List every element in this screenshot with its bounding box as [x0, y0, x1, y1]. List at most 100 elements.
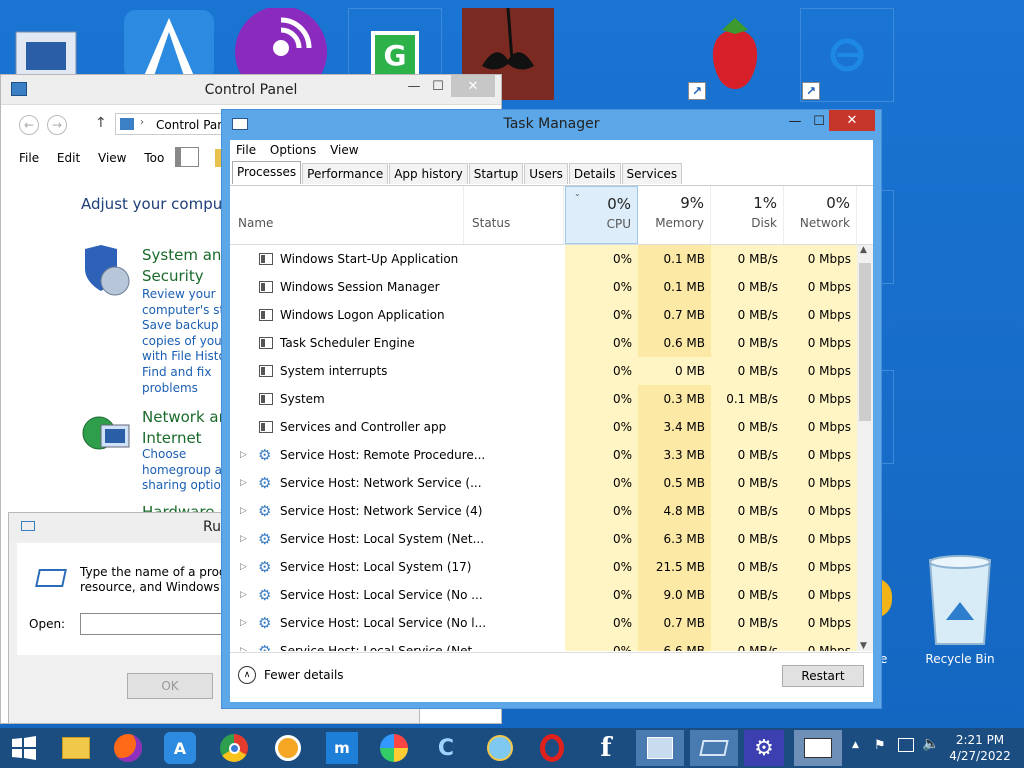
- run-open-input[interactable]: [80, 613, 230, 635]
- restart-button[interactable]: Restart: [782, 665, 864, 687]
- task-manager-taskbar-icon[interactable]: [794, 730, 842, 766]
- scroll-down-icon[interactable]: ▼: [860, 641, 867, 651]
- podcast-app-icon[interactable]: [232, 8, 330, 80]
- control-panel-titlebar[interactable]: Control Panel — ☐ ✕: [1, 75, 501, 105]
- network-internet-title[interactable]: Network an Internet: [142, 407, 228, 449]
- recycle-bin-icon[interactable]: [920, 552, 1000, 652]
- process-row[interactable]: Windows Logon Application 0% 0.7 MB 0 MB/s 0…: [230, 301, 857, 329]
- process-row[interactable]: ▷ ⚙ Service Host: Local Service (No l... 0%…: [230, 609, 857, 637]
- nav-forward-button[interactable]: →: [47, 115, 67, 135]
- task-manager-window[interactable]: Task Manager — ☐ ✕ File Options View Pro…: [221, 109, 882, 709]
- tab-app-history[interactable]: App history: [389, 163, 468, 184]
- column-memory[interactable]: 9% Memory: [638, 186, 711, 244]
- column-disk[interactable]: 1% Disk: [711, 186, 784, 244]
- tm-menu-view[interactable]: View: [330, 143, 358, 157]
- chrome-icon[interactable]: [218, 732, 250, 764]
- expand-chevron-icon[interactable]: ▷: [240, 553, 247, 581]
- system-security-title-line2[interactable]: Security: [142, 266, 231, 287]
- process-row[interactable]: System interrupts 0% 0 MB 0 MB/s 0 Mbps: [230, 357, 857, 385]
- network-globe-icon: [81, 411, 131, 464]
- network-title-line2[interactable]: Internet: [142, 428, 228, 449]
- tab-processes[interactable]: Processes: [232, 161, 302, 184]
- expand-chevron-icon[interactable]: ▷: [240, 441, 247, 469]
- tray-overflow-chevron-icon[interactable]: ▲: [852, 740, 859, 750]
- tab-startup[interactable]: Startup: [468, 163, 524, 184]
- column-network[interactable]: 0% Network: [784, 186, 857, 244]
- process-row[interactable]: ▷ ⚙ Service Host: Local System (Net... 0% 6.…: [230, 525, 857, 553]
- menu-file[interactable]: File: [19, 151, 39, 165]
- volume-muted-icon[interactable]: 🔈: [922, 736, 939, 752]
- tor-browser-icon[interactable]: [272, 732, 304, 764]
- process-row[interactable]: Task Scheduler Engine 0% 0.6 MB 0 MB/s 0 Mbp…: [230, 329, 857, 357]
- column-name[interactable]: Name: [230, 186, 464, 244]
- process-row[interactable]: Services and Controller app 0% 3.4 MB 0 MB/…: [230, 413, 857, 441]
- settings-gear-icon[interactable]: ⚙: [744, 730, 784, 766]
- tm-menu-file[interactable]: File: [236, 143, 256, 157]
- tm-close-button[interactable]: ✕: [829, 110, 875, 131]
- clock[interactable]: 2:21 PM 4/27/2022: [946, 732, 1014, 764]
- arrow-browser-icon[interactable]: A: [164, 732, 196, 764]
- file-explorer-icon[interactable]: [60, 732, 92, 764]
- expand-chevron-icon[interactable]: ▷: [240, 525, 247, 553]
- tab-services[interactable]: Services: [621, 163, 683, 184]
- process-row[interactable]: ▷ ⚙ Service Host: Local Service (Net... 0% 6…: [230, 637, 857, 651]
- process-row[interactable]: ▷ ⚙ Service Host: Network Service (... 0% 0.…: [230, 469, 857, 497]
- network-tray-icon[interactable]: [898, 738, 914, 752]
- tab-users[interactable]: Users: [524, 163, 568, 184]
- process-row[interactable]: System 0% 0.3 MB 0.1 MB/s 0 Mbps: [230, 385, 857, 413]
- process-row[interactable]: Windows Start-Up Application 0% 0.1 MB 0 MB…: [230, 245, 857, 273]
- nav-up-button[interactable]: ↑: [95, 115, 107, 131]
- expand-chevron-icon[interactable]: ▷: [240, 637, 247, 651]
- globe-browser-icon[interactable]: [484, 732, 516, 764]
- task-manager-body: File Options View Processes Performance …: [230, 140, 873, 702]
- facebook-icon[interactable]: f: [590, 732, 622, 764]
- desktop-computer-icon[interactable]: [10, 20, 96, 78]
- task-manager-titlebar[interactable]: Task Manager — ☐ ✕: [222, 110, 881, 140]
- scroll-up-icon[interactable]: ▲: [860, 245, 867, 255]
- system-security-title[interactable]: System and Security: [142, 245, 231, 287]
- process-row[interactable]: ▷ ⚙ Service Host: Local Service (No ... 0% 9…: [230, 581, 857, 609]
- minimize-button[interactable]: —: [403, 75, 425, 97]
- address-bar[interactable]: › Control Pane: [115, 113, 235, 135]
- action-center-flag-icon[interactable]: ⚑: [874, 738, 886, 753]
- close-button[interactable]: ✕: [451, 75, 495, 97]
- tab-performance[interactable]: Performance: [302, 163, 389, 184]
- expand-chevron-icon[interactable]: ▷: [240, 497, 247, 525]
- start-button[interactable]: [8, 732, 40, 764]
- maximize-button[interactable]: ☐: [427, 75, 449, 97]
- layout-icon[interactable]: [175, 147, 199, 167]
- expand-chevron-icon[interactable]: ▷: [240, 469, 247, 497]
- run-ok-button[interactable]: OK: [127, 673, 213, 699]
- menu-view[interactable]: View: [98, 151, 126, 165]
- expand-chevron-icon[interactable]: ▷: [240, 609, 247, 637]
- firefox-icon[interactable]: [112, 732, 144, 764]
- tm-minimize-button[interactable]: —: [782, 110, 808, 132]
- process-row[interactable]: ▷ ⚙ Service Host: Remote Procedure... 0% 3.3…: [230, 441, 857, 469]
- desktop-icon-frame[interactable]: [880, 190, 894, 284]
- menu-tools[interactable]: Too: [144, 151, 164, 165]
- scrollbar-thumb[interactable]: [859, 263, 871, 421]
- control-panel-taskbar-icon[interactable]: [636, 730, 684, 766]
- arrow-app-icon[interactable]: [122, 8, 216, 80]
- column-status[interactable]: Status: [464, 186, 564, 244]
- tm-menu-options[interactable]: Options: [270, 143, 316, 157]
- app-icon: [259, 421, 273, 433]
- process-row[interactable]: ▷ ⚙ Service Host: Network Service (4) 0% 4.8…: [230, 497, 857, 525]
- column-cpu[interactable]: ⌄ 0% CPU: [565, 186, 638, 244]
- maxthon-icon[interactable]: m: [326, 732, 358, 764]
- opera-icon[interactable]: [536, 732, 568, 764]
- process-row[interactable]: ▷ ⚙ Service Host: Local System (17) 0% 21.5 …: [230, 553, 857, 581]
- expand-chevron-icon[interactable]: ▷: [240, 581, 247, 609]
- run-taskbar-icon[interactable]: [690, 730, 738, 766]
- desktop-icon-frame[interactable]: [880, 370, 894, 464]
- tab-details[interactable]: Details: [568, 163, 621, 184]
- process-row[interactable]: Windows Session Manager 0% 0.1 MB 0 MB/s 0 M…: [230, 273, 857, 301]
- fewer-details-toggle[interactable]: ∧ Fewer details: [238, 666, 344, 684]
- colorful-browser-icon[interactable]: [378, 732, 410, 764]
- network-title-line1[interactable]: Network an: [142, 407, 228, 428]
- menu-edit[interactable]: Edit: [57, 151, 80, 165]
- nav-back-button[interactable]: ←: [19, 115, 39, 135]
- c-browser-icon[interactable]: C: [430, 732, 462, 764]
- system-security-title-line1[interactable]: System and: [142, 245, 231, 266]
- process-list-scrollbar[interactable]: ▲ ▼: [857, 245, 873, 651]
